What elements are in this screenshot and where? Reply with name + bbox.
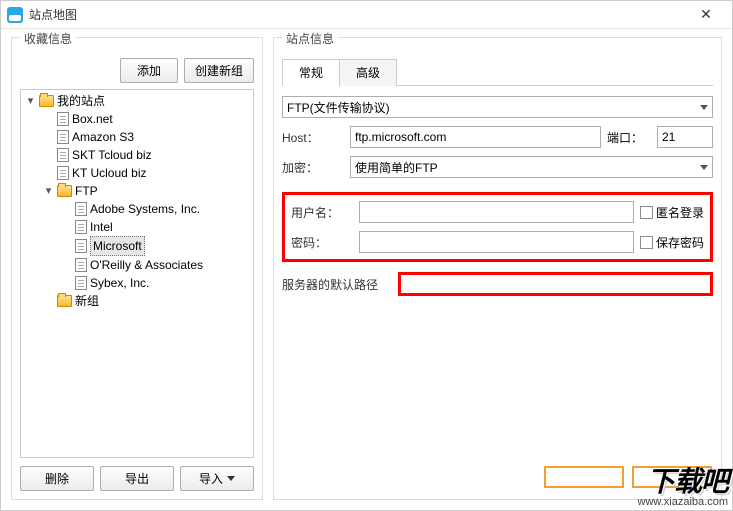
tree-label: Adobe Systems, Inc. bbox=[90, 200, 200, 218]
tree-label: FTP bbox=[75, 182, 98, 200]
file-icon bbox=[57, 148, 69, 162]
dialog-window: 站点地图 ✕ 收藏信息 添加 创建新组 ▾ 我的站点 bbox=[0, 0, 733, 511]
titlebar: 站点地图 ✕ bbox=[1, 1, 732, 29]
checkbox-box bbox=[640, 236, 653, 249]
export-button[interactable]: 导出 bbox=[100, 466, 174, 491]
default-path-label: 服务器的默认路径 bbox=[282, 276, 392, 293]
file-icon bbox=[75, 276, 87, 290]
tree-label: KT Ucloud biz bbox=[72, 164, 146, 182]
tree-item-microsoft[interactable]: Microsoft bbox=[59, 236, 253, 256]
folder-icon bbox=[39, 95, 54, 107]
file-icon bbox=[75, 258, 87, 272]
password-input[interactable] bbox=[359, 231, 634, 253]
encrypt-select[interactable]: 使用简单的FTP bbox=[350, 156, 713, 178]
anonymous-label: 匿名登录 bbox=[656, 204, 704, 221]
chevron-down-icon bbox=[700, 165, 708, 170]
protocol-select[interactable]: FTP(文件传输协议) bbox=[282, 96, 713, 118]
tree-item-intel[interactable]: Intel bbox=[59, 218, 253, 236]
password-label: 密码： bbox=[291, 234, 353, 251]
tree-item-kt[interactable]: KT Ucloud biz bbox=[41, 164, 253, 182]
delete-button[interactable]: 删除 bbox=[20, 466, 94, 491]
username-input[interactable] bbox=[359, 201, 634, 223]
site-info-legend: 站点信息 bbox=[282, 30, 338, 47]
protocol-value: FTP(文件传输协议) bbox=[287, 99, 390, 116]
collapse-icon[interactable]: ▾ bbox=[25, 96, 36, 107]
tree-item-adobe[interactable]: Adobe Systems, Inc. bbox=[59, 200, 253, 218]
import-button[interactable]: 导入 bbox=[180, 466, 254, 491]
tab-advanced[interactable]: 高级 bbox=[339, 59, 397, 86]
savepw-checkbox[interactable]: 保存密码 bbox=[640, 234, 704, 251]
default-path-input[interactable] bbox=[398, 272, 713, 296]
file-icon bbox=[75, 220, 87, 234]
chevron-down-icon bbox=[227, 476, 235, 481]
tree-label: O'Reilly & Associates bbox=[90, 256, 203, 274]
favorites-bottom-toolbar: 删除 导出 导入 bbox=[20, 466, 254, 491]
window-title: 站点地图 bbox=[29, 6, 686, 23]
new-group-button[interactable]: 创建新组 bbox=[184, 58, 254, 83]
tree-label: SKT Tcloud biz bbox=[72, 146, 152, 164]
tree-label: Microsoft bbox=[90, 236, 145, 256]
tree-item-ftp[interactable]: ▾ FTP bbox=[41, 182, 253, 200]
file-icon bbox=[75, 239, 87, 253]
port-label: 端口： bbox=[607, 129, 651, 146]
tree-label: Intel bbox=[90, 218, 113, 236]
host-input[interactable] bbox=[350, 126, 601, 148]
host-label: Host： bbox=[282, 129, 344, 146]
close-icon[interactable]: ✕ bbox=[686, 6, 726, 23]
footer-buttons bbox=[544, 466, 712, 488]
chevron-down-icon bbox=[700, 105, 708, 110]
favorites-toolbar: 添加 创建新组 bbox=[20, 58, 254, 83]
tree-item-skt[interactable]: SKT Tcloud biz bbox=[41, 146, 253, 164]
tree-label: Sybex, Inc. bbox=[90, 274, 149, 292]
credentials-highlight: 用户名： 匿名登录 密码： 保存密码 bbox=[282, 192, 713, 262]
tree-item-amazon[interactable]: Amazon S3 bbox=[41, 128, 253, 146]
content-area: 收藏信息 添加 创建新组 ▾ 我的站点 Box.net Ama bbox=[1, 29, 732, 510]
host-row: Host： 端口： bbox=[282, 126, 713, 148]
tree-label: 我的站点 bbox=[57, 92, 105, 110]
encrypt-row: 加密： 使用简单的FTP bbox=[282, 156, 713, 178]
app-icon bbox=[7, 7, 23, 23]
file-icon bbox=[57, 112, 69, 126]
username-row: 用户名： 匿名登录 bbox=[291, 201, 704, 223]
tree-item-oreilly[interactable]: O'Reilly & Associates bbox=[59, 256, 253, 274]
tree-label: 新组 bbox=[75, 292, 99, 310]
username-label: 用户名： bbox=[291, 204, 353, 221]
encrypt-value: 使用简单的FTP bbox=[355, 159, 438, 176]
checkbox-box bbox=[640, 206, 653, 219]
protocol-row: FTP(文件传输协议) bbox=[282, 96, 713, 118]
tree-item-newgroup[interactable]: 新组 bbox=[41, 292, 253, 310]
password-row: 密码： 保存密码 bbox=[291, 231, 704, 253]
tab-general[interactable]: 常规 bbox=[282, 59, 340, 86]
tree-item-sybex[interactable]: Sybex, Inc. bbox=[59, 274, 253, 292]
file-icon bbox=[57, 130, 69, 144]
encrypt-label: 加密： bbox=[282, 159, 344, 176]
file-icon bbox=[75, 202, 87, 216]
footer-button-2[interactable] bbox=[632, 466, 712, 488]
tree-label: Box.net bbox=[72, 110, 113, 128]
favorites-group: 收藏信息 添加 创建新组 ▾ 我的站点 Box.net Ama bbox=[11, 37, 263, 500]
site-tree[interactable]: ▾ 我的站点 Box.net Amazon S3 SKT Tcloud biz … bbox=[20, 89, 254, 458]
tree-item-box[interactable]: Box.net bbox=[41, 110, 253, 128]
site-info-group: 站点信息 常规 高级 FTP(文件传输协议) Host： 端口： 加密： bbox=[273, 37, 722, 500]
footer-button-1[interactable] bbox=[544, 466, 624, 488]
tree-label: Amazon S3 bbox=[72, 128, 134, 146]
anonymous-checkbox[interactable]: 匿名登录 bbox=[640, 204, 704, 221]
file-icon bbox=[57, 166, 69, 180]
tree-root[interactable]: ▾ 我的站点 bbox=[23, 92, 253, 110]
default-path-row: 服务器的默认路径 bbox=[282, 272, 713, 296]
add-button[interactable]: 添加 bbox=[120, 58, 178, 83]
folder-icon bbox=[57, 295, 72, 307]
import-label: 导入 bbox=[199, 470, 223, 487]
tabs: 常规 高级 bbox=[282, 58, 713, 86]
collapse-icon[interactable]: ▾ bbox=[43, 186, 54, 197]
savepw-label: 保存密码 bbox=[656, 234, 704, 251]
favorites-legend: 收藏信息 bbox=[20, 30, 76, 47]
folder-icon bbox=[57, 185, 72, 197]
port-input[interactable] bbox=[657, 126, 713, 148]
